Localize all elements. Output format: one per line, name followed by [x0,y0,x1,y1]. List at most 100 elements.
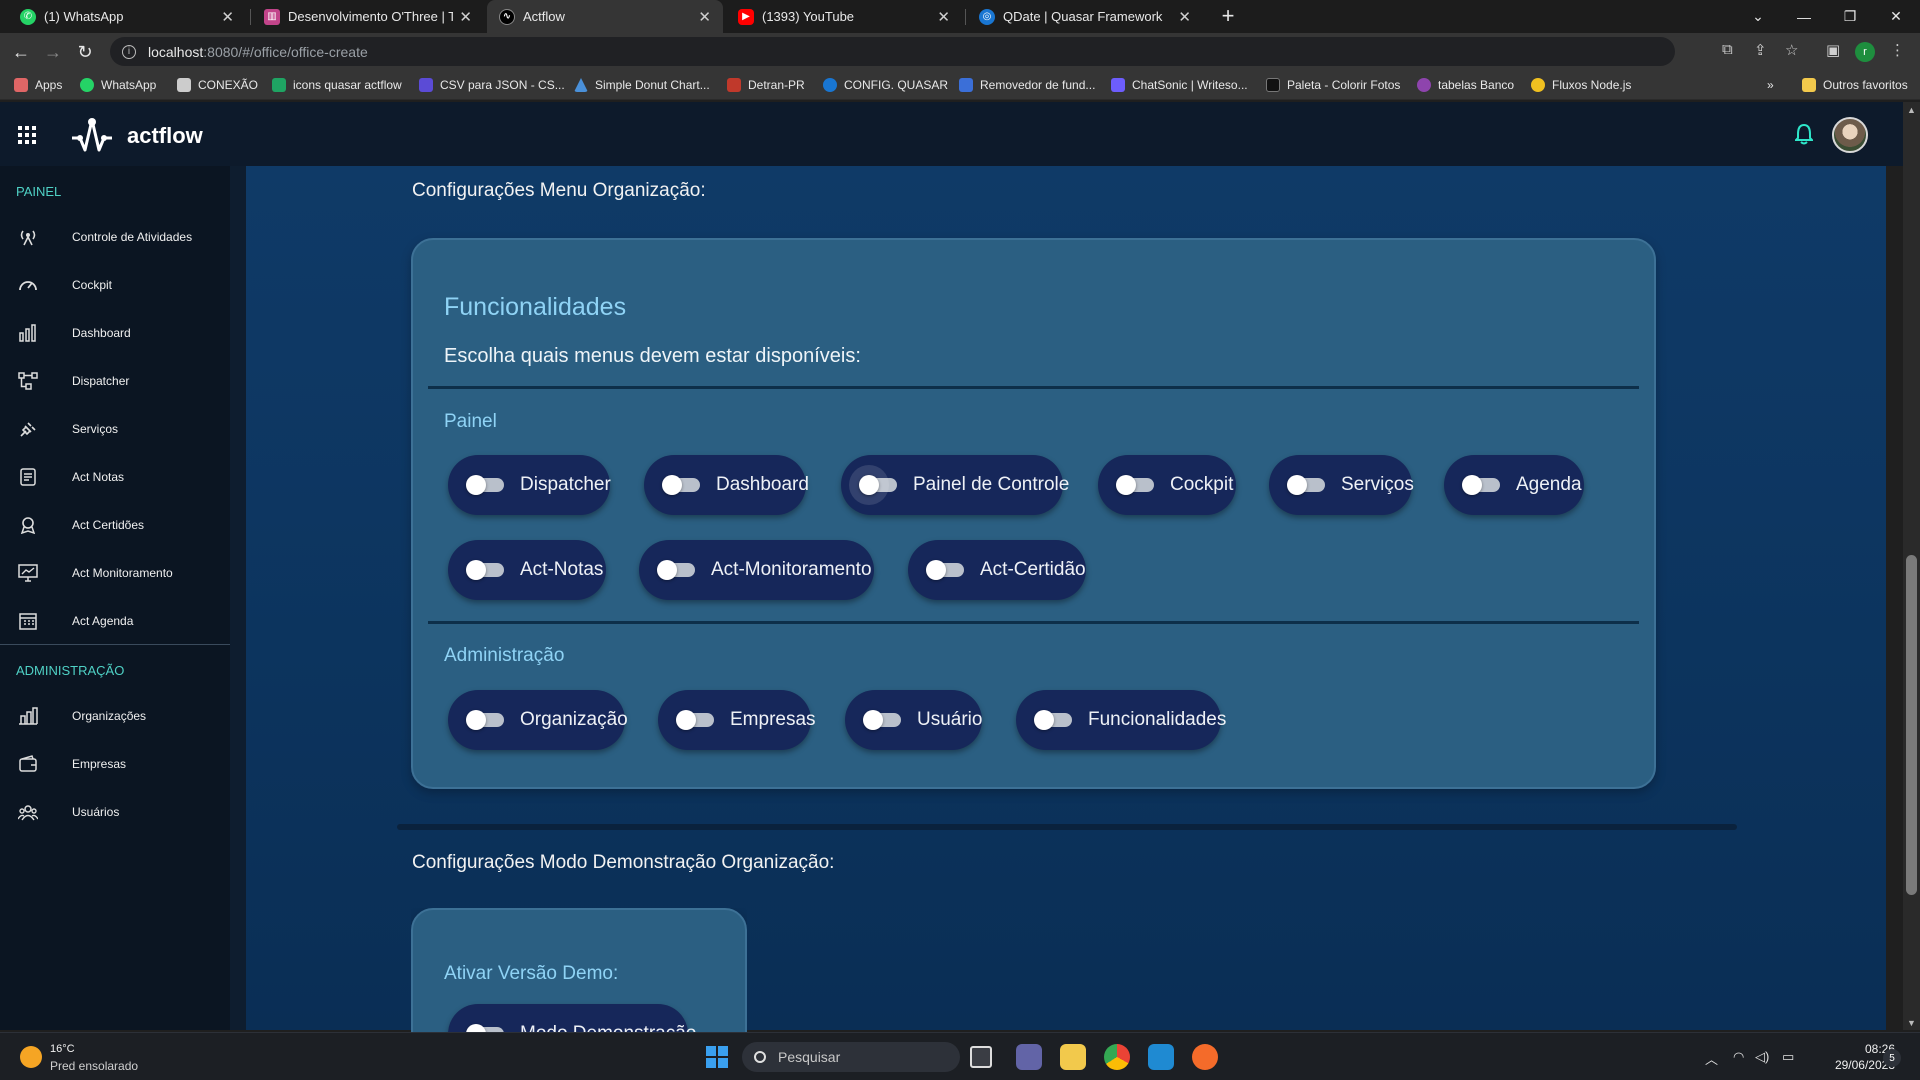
scroll-up-icon[interactable]: ▲ [1907,105,1916,115]
url-input[interactable]: i localhost:8080/#/office/office-create [110,37,1675,66]
bookmark-tabelas[interactable]: tabelas Banco [1417,76,1514,94]
sidebar-item-dispatcher[interactable]: Dispatcher [0,361,230,401]
scroll-thumb[interactable] [1906,555,1917,895]
toggle-chip-empresas[interactable]: Empresas [658,690,816,750]
bookmark-icons-quasar[interactable]: icons quasar actflow [272,76,402,94]
toggle-chip-agenda[interactable]: Agenda [1444,455,1584,515]
page-scrollbar[interactable]: ▲ ▼ [1903,102,1920,1030]
task-view-icon[interactable] [970,1046,992,1068]
bookmark-donut-chart[interactable]: Simple Donut Chart... [574,76,710,94]
bookmarks-overflow-icon[interactable]: » [1767,76,1774,94]
minimize-button[interactable]: — [1781,0,1827,33]
bookmark-paleta[interactable]: Paleta - Colorir Fotos [1266,76,1400,94]
toggle-chip-funcionalidades[interactable]: Funcionalidades [1016,690,1226,750]
vscode-icon[interactable] [1148,1044,1174,1070]
forward-icon[interactable]: → [40,39,66,65]
bookmark-chatsonic[interactable]: ChatSonic | Writeso... [1111,76,1248,94]
toggle-switch[interactable] [657,560,695,580]
toggle-switch[interactable] [1034,710,1072,730]
bookmark-config-quasar[interactable]: CONFIG. QUASAR [823,76,948,94]
taskbar-search-input[interactable]: Pesquisar [742,1042,960,1072]
close-icon[interactable]: ✕ [1178,8,1191,26]
bookmark-whatsapp[interactable]: WhatsApp [80,76,156,94]
scroll-down-icon[interactable]: ▼ [1907,1018,1916,1028]
chrome-icon[interactable] [1104,1044,1130,1070]
sidebar-item-act-notas[interactable]: Act Notas [0,457,230,497]
sidebar-item-act-monitoramento[interactable]: Act Monitoramento [0,553,230,593]
toggle-switch[interactable] [926,560,964,580]
user-avatar[interactable] [1832,117,1868,153]
sidebar-item-usuarios[interactable]: Usuários [0,792,230,832]
apps-grid-icon[interactable] [18,126,36,144]
toggle-chip-painel-de-controle[interactable]: Painel de Controle [841,455,1069,515]
close-icon[interactable]: ✕ [937,8,950,26]
sidebar-item-empresas[interactable]: Empresas [0,744,230,784]
toggle-chip-servicos[interactable]: Serviços [1269,455,1414,515]
tab-trello[interactable]: ▥ Desenvolvimento O'Three | Trello ✕ [252,0,484,33]
toggle-chip-usuario[interactable]: Usuário [845,690,982,750]
battery-icon[interactable]: ▭ [1782,1049,1794,1065]
toggle-chip-dispatcher[interactable]: Dispatcher [448,455,611,515]
profile-avatar[interactable]: r [1855,42,1875,62]
sidebar-item-act-agenda[interactable]: Act Agenda [0,601,230,641]
toggle-chip-act-certidao[interactable]: Act-Certidão [908,540,1086,600]
new-tab-button[interactable]: + [1215,4,1241,30]
toggle-switch[interactable] [863,710,901,730]
sidebar-item-dashboard[interactable]: Dashboard [0,313,230,353]
side-panel-icon[interactable]: ▣ [1826,41,1840,59]
toggle-chip-act-monitoramento[interactable]: Act-Monitoramento [639,540,874,600]
toggle-chip-cockpit[interactable]: Cockpit [1098,455,1236,515]
close-window-button[interactable]: ✕ [1873,0,1919,33]
toggle-chip-modo-demonstracao[interactable]: Modo Demonstração [448,1004,696,1032]
reload-icon[interactable]: ↻ [72,39,98,65]
close-icon[interactable]: ✕ [698,8,711,26]
info-icon[interactable]: i [122,44,136,59]
tab-quasar[interactable]: ◎ QDate | Quasar Framework ✕ [967,0,1203,33]
bookmark-conexao[interactable]: CONEXÃO [177,76,258,94]
share-icon[interactable]: ⇪ [1754,41,1767,59]
bookmark-other[interactable]: Outros favoritos [1802,76,1908,94]
sidebar-item-servicos[interactable]: Serviços [0,409,230,449]
notification-bell-icon[interactable] [1795,123,1813,145]
toggle-switch[interactable] [849,465,897,505]
sidebar-item-act-certidoes[interactable]: Act Certidões [0,505,230,545]
close-icon[interactable]: ✕ [459,8,472,26]
toggle-switch[interactable] [1462,475,1500,495]
postman-icon[interactable] [1192,1044,1218,1070]
toggle-switch[interactable] [466,475,504,495]
bookmark-star-icon[interactable]: ☆ [1785,41,1798,59]
sidebar-item-organizacoes[interactable]: Organizações [0,696,230,736]
bookmark-detran[interactable]: Detran-PR [727,76,805,94]
bookmark-apps[interactable]: Apps [14,76,62,94]
sidebar-item-cockpit[interactable]: Cockpit [0,265,230,305]
tab-whatsapp[interactable]: ✆ (1) WhatsApp ✕ [8,0,246,33]
toggle-switch[interactable] [662,475,700,495]
toggle-switch[interactable] [1116,475,1154,495]
file-explorer-icon[interactable] [1060,1044,1086,1070]
tray-chevron-icon[interactable]: ︿ [1705,1049,1718,1068]
toggle-chip-act-notas[interactable]: Act-Notas [448,540,606,600]
toggle-switch[interactable] [466,710,504,730]
bookmark-csv-json[interactable]: CSV para JSON - CS... [419,76,565,94]
bookmark-fluxos[interactable]: Fluxos Node.js [1531,76,1631,94]
notification-badge[interactable]: 5 [1883,1049,1901,1067]
restore-button[interactable]: ❐ [1827,0,1873,33]
toggle-chip-organizacao[interactable]: Organização [448,690,628,750]
toggle-switch[interactable] [676,710,714,730]
windows-start-icon[interactable] [706,1046,728,1068]
tab-youtube[interactable]: ▶ (1393) YouTube ✕ [726,0,962,33]
back-icon[interactable]: ← [8,39,34,65]
close-icon[interactable]: ✕ [221,8,234,26]
toggle-switch[interactable] [1287,475,1325,495]
translate-icon[interactable]: ⧉ [1722,41,1733,58]
sidebar-item-controle-atividades[interactable]: Controle de Atividades [0,217,230,257]
menu-kebab-icon[interactable]: ⋮ [1890,41,1905,59]
bookmark-removedor[interactable]: Removedor de fund... [959,76,1095,94]
toggle-chip-dashboard[interactable]: Dashboard [644,455,809,515]
volume-icon[interactable]: ◁) [1755,1049,1769,1065]
weather-sun-icon[interactable] [20,1046,42,1068]
toggle-switch[interactable] [466,560,504,580]
tab-search-icon[interactable]: ⌄ [1735,0,1781,33]
tab-actflow[interactable]: ∿ Actflow ✕ [487,0,723,33]
teams-icon[interactable] [1016,1044,1042,1070]
